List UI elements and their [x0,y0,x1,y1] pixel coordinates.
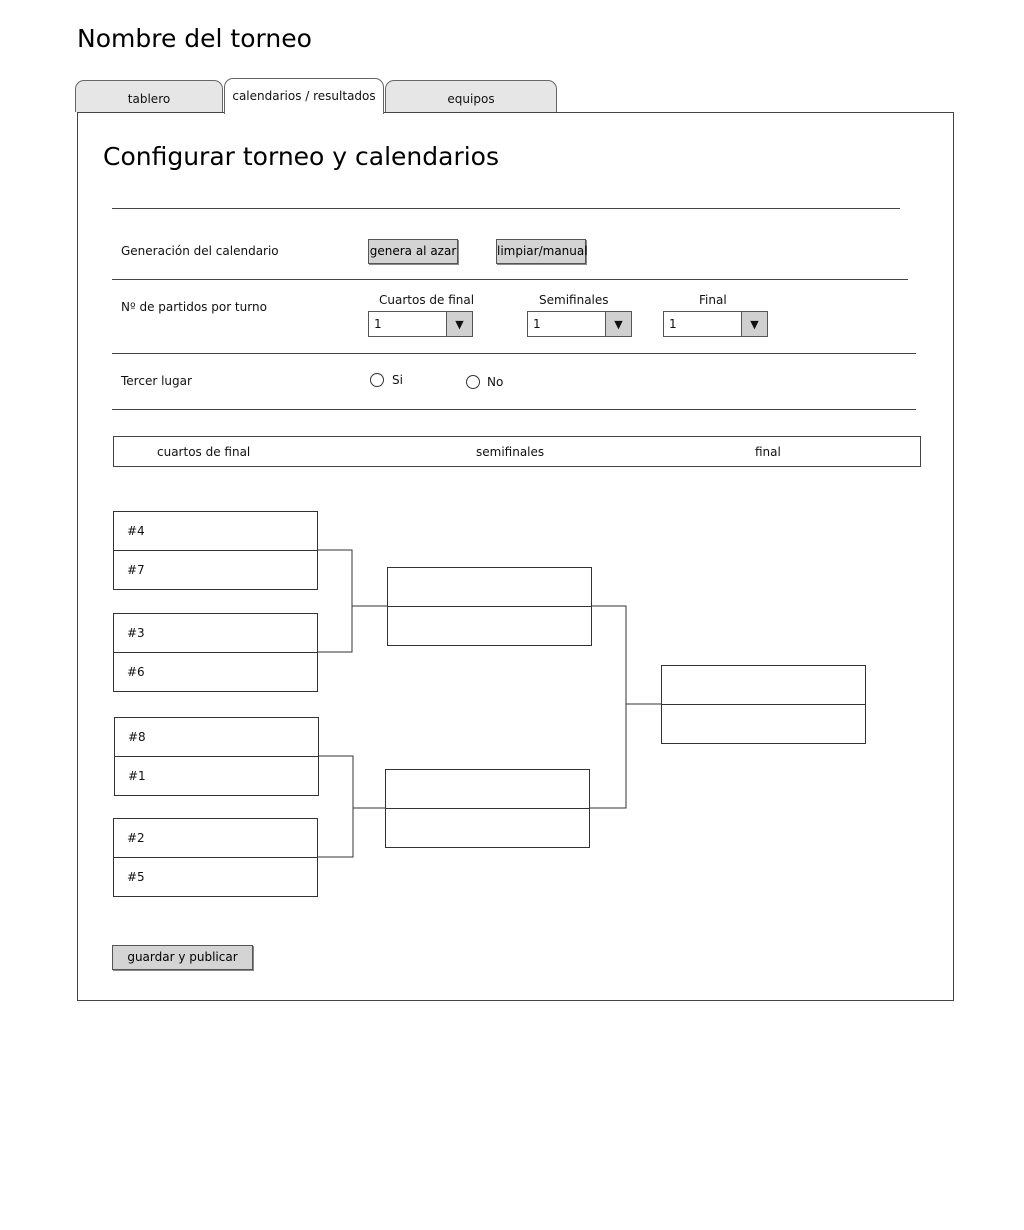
team-slot[interactable]: #2 [114,819,317,858]
team-slot[interactable] [388,607,591,646]
chevron-down-icon: ▼ [446,312,472,336]
chevron-down-icon: ▼ [741,312,767,336]
divider [112,353,916,354]
team-seed: #6 [127,664,145,679]
matches-per-turn-label: Nº de partidos por turno [121,300,267,314]
third-place-label: Tercer lugar [121,374,192,388]
quarterfinal-match-1: #4 #7 [113,511,318,590]
page-heading: Configurar torneo y calendarios [103,142,499,171]
semifinals-header: semifinales [476,445,545,459]
semifinal-match-1 [387,567,592,646]
team-slot[interactable] [386,809,589,848]
third-place-yes-label: Si [392,373,403,387]
team-seed: #5 [127,869,145,884]
final-match [661,665,866,744]
connector-sf [589,605,627,809]
quarterfinals-select[interactable]: 1 ▼ [368,311,473,337]
bracket-header: cuartos de final semifinales final [113,436,921,467]
third-place-yes-radio[interactable] [370,373,384,387]
final-header: final [755,445,781,459]
divider [112,409,916,410]
final-select-value: 1 [669,317,677,331]
team-slot[interactable]: #6 [114,653,317,692]
quarterfinals-select-value: 1 [374,317,382,331]
final-select[interactable]: 1 ▼ [663,311,768,337]
team-slot[interactable] [662,666,865,705]
team-slot[interactable] [662,705,865,744]
team-slot[interactable]: #4 [114,512,317,551]
divider [112,279,908,280]
quarterfinal-match-4: #2 #5 [113,818,318,897]
team-slot[interactable]: #3 [114,614,317,653]
random-generate-button[interactable]: genera al azar [368,239,458,264]
team-seed: #3 [127,626,145,640]
connector-qf-3-4 [317,755,354,858]
final-select-label: Final [699,293,727,307]
team-slot[interactable] [386,770,589,809]
chevron-down-icon: ▼ [605,312,631,336]
semifinals-select-label: Semifinales [539,293,609,307]
third-place-no-label: No [487,375,504,389]
semifinal-match-2 [385,769,590,848]
team-seed: #2 [127,831,145,845]
team-seed: #4 [127,524,145,538]
team-slot[interactable]: #7 [114,551,317,590]
third-place-no-radio[interactable] [466,375,480,389]
team-slot[interactable]: #5 [114,858,317,897]
quarterfinal-match-2: #3 #6 [113,613,318,692]
clear-manual-button[interactable]: limpiar/manual [496,239,588,264]
quarterfinal-match-3: #8 #1 [114,717,319,796]
team-slot[interactable]: #8 [115,718,318,757]
semifinals-select[interactable]: 1 ▼ [527,311,632,337]
semifinals-select-value: 1 [533,317,541,331]
quarterfinals-header: cuartos de final [157,445,251,459]
quarterfinals-select-label: Cuartos de final [379,293,475,307]
save-publish-button[interactable]: guardar y publicar [112,945,253,970]
connector-qf-1-2 [317,549,353,653]
team-seed: #7 [127,562,145,577]
team-slot[interactable] [388,568,591,607]
team-slot[interactable]: #1 [115,757,318,796]
divider [112,208,900,209]
generation-label: Generación del calendario [121,244,279,258]
team-seed: #1 [128,768,146,783]
team-seed: #8 [128,730,146,744]
